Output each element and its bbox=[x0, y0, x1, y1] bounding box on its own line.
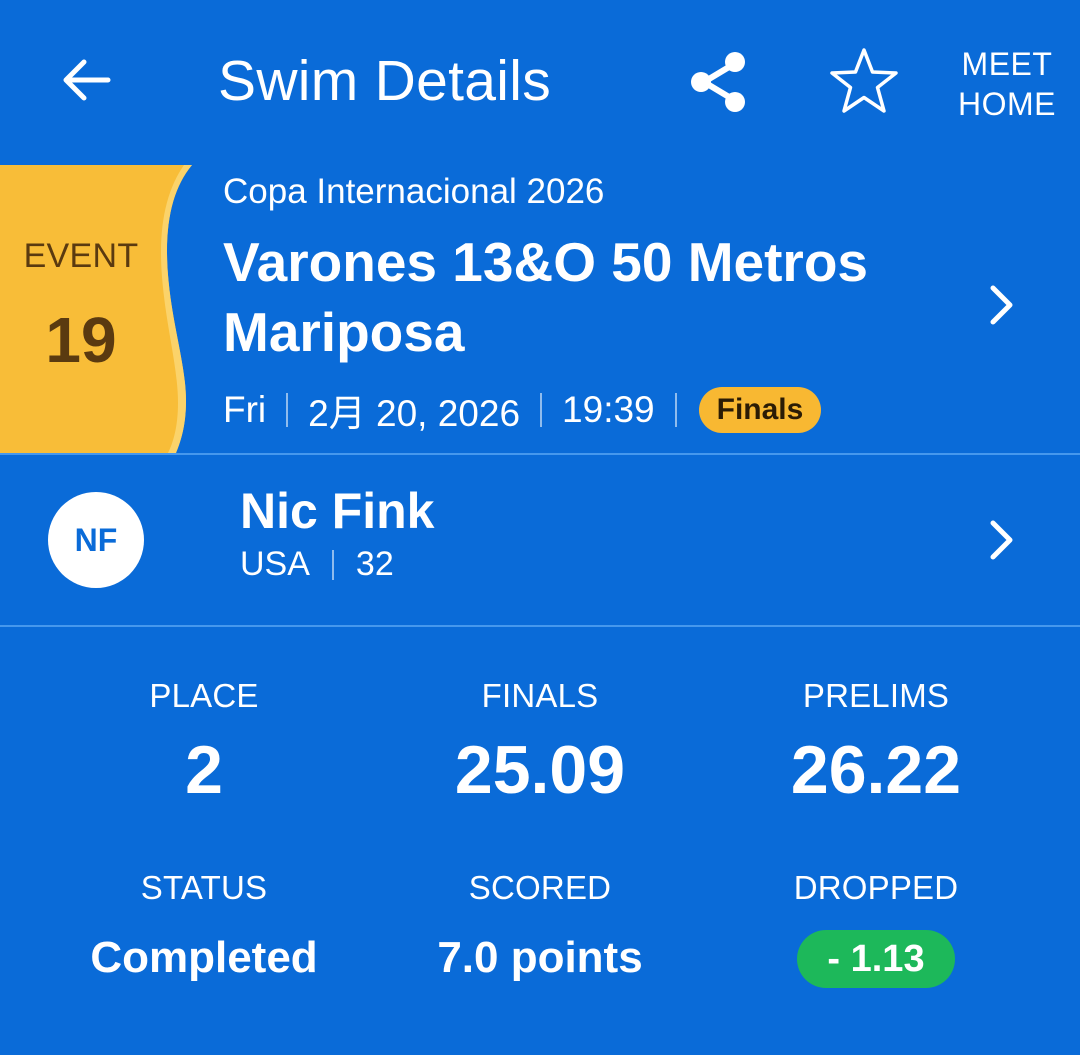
event-meta: Fri 2月 20, 2026 19:39 Finals bbox=[223, 383, 822, 437]
dropped-badge: - 1.13 bbox=[797, 930, 955, 988]
place-value: 2 bbox=[185, 732, 223, 808]
avatar: NF bbox=[48, 492, 144, 588]
favorite-button[interactable] bbox=[826, 44, 902, 120]
finals-time-value: 25.09 bbox=[454, 732, 626, 808]
status-value: Completed bbox=[90, 933, 318, 982]
star-outline-icon bbox=[830, 48, 898, 113]
stat-label: DROPPED bbox=[793, 869, 959, 906]
meet-name: Copa Internacional 2026 bbox=[223, 172, 605, 211]
stat-label: FINALS bbox=[481, 677, 599, 714]
meet-home-label-line1: MEET bbox=[961, 46, 1053, 82]
swimmer-info-row[interactable]: NF Nic Fink USA 32 bbox=[0, 455, 1080, 625]
stat-finals: FINALS 25.09 bbox=[372, 676, 708, 810]
chevron-right-icon bbox=[990, 520, 1013, 560]
stat-label: PLACE bbox=[149, 677, 259, 714]
separator bbox=[674, 393, 677, 427]
event-day: Fri bbox=[223, 389, 267, 430]
event-number: 19 bbox=[45, 304, 117, 376]
scored-value: 7.0 points bbox=[437, 933, 643, 982]
arrow-left-icon bbox=[63, 59, 111, 101]
app-header: Swim Details MEET HOME bbox=[0, 0, 1080, 165]
event-name: Varones 13&O 50 Metros Mariposa bbox=[223, 231, 869, 363]
event-info-row[interactable]: EVENT 19 Copa Internacional 2026 Varones… bbox=[0, 165, 1080, 453]
page-title: Swim Details bbox=[218, 49, 551, 113]
back-button[interactable] bbox=[56, 50, 116, 110]
separator bbox=[286, 393, 289, 427]
share-icon bbox=[691, 52, 745, 112]
swimmer-team: USA bbox=[240, 545, 310, 583]
swimmer-age: 32 bbox=[355, 545, 394, 583]
swim-stats: PLACE 2 FINALS 25.09 PRELIMS 26.22 STATU… bbox=[0, 628, 1080, 1055]
stat-label: STATUS bbox=[140, 869, 268, 906]
event-time: 19:39 bbox=[562, 389, 655, 430]
chevron-right-icon bbox=[990, 285, 1013, 325]
stat-place: PLACE 2 bbox=[36, 676, 372, 810]
separator bbox=[540, 393, 543, 427]
divider bbox=[0, 625, 1080, 627]
swimmer-name: Nic Fink bbox=[240, 483, 435, 539]
share-button[interactable] bbox=[684, 46, 754, 116]
separator bbox=[331, 549, 334, 580]
swimmer-meta: USA 32 bbox=[240, 545, 394, 584]
stat-dropped: DROPPED - 1.13 bbox=[708, 868, 1044, 988]
stat-label: SCORED bbox=[468, 869, 612, 906]
stat-label: PRELIMS bbox=[802, 677, 950, 714]
prelims-time-value: 26.22 bbox=[790, 732, 962, 808]
event-date: 2月 20, 2026 bbox=[308, 393, 521, 434]
event-label: EVENT bbox=[23, 237, 139, 275]
stat-prelims: PRELIMS 26.22 bbox=[708, 676, 1044, 810]
stat-scored: SCORED 7.0 points bbox=[372, 868, 708, 986]
stat-status: STATUS Completed bbox=[36, 868, 372, 986]
event-badge: EVENT 19 bbox=[0, 165, 200, 453]
meet-home-label-line2: HOME bbox=[958, 86, 1056, 122]
round-badge: Finals bbox=[698, 387, 822, 433]
meet-home-button[interactable]: MEET HOME bbox=[952, 44, 1062, 124]
